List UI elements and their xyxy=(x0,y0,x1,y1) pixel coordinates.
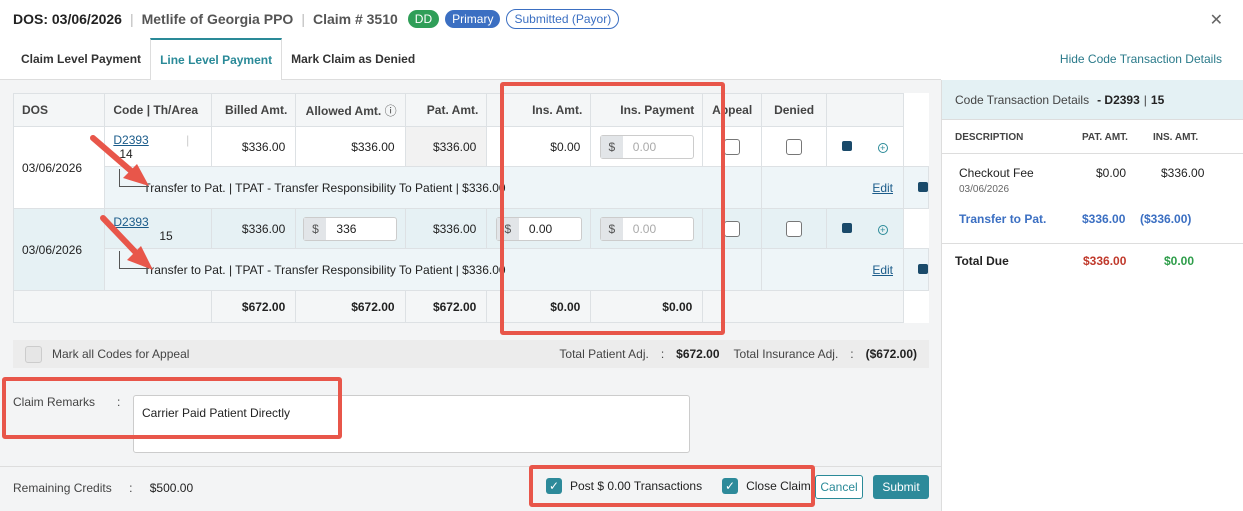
col-denied: Denied xyxy=(761,93,828,127)
total-billed: $672.00 xyxy=(210,290,297,323)
info-icon: ⓘ xyxy=(384,103,397,118)
mark-all-appeal-label: Mark all Codes for Appeal xyxy=(52,347,190,361)
adjustment-totals: Total Patient Adj. : $672.00 Total Insur… xyxy=(559,347,917,361)
add-circle-icon[interactable]: + xyxy=(877,224,888,235)
primary-badge: Primary xyxy=(445,10,501,28)
highlight-box-remarks xyxy=(2,377,342,439)
tab-line-level-payment[interactable]: Line Level Payment xyxy=(150,38,283,80)
col-billed: Billed Amt. xyxy=(210,93,297,127)
claim-number: Claim # 3510 xyxy=(312,11,398,27)
note-icon[interactable] xyxy=(918,263,928,274)
hide-code-transaction-link[interactable]: Hide Code Transaction Details xyxy=(1060,52,1222,66)
remaining-credits-value: $500.00 xyxy=(149,481,194,495)
transaction-row-checkout: Checkout Fee 03/06/2026 $0.00 $336.00 xyxy=(959,166,1205,195)
transaction-columns: DESCRIPTION PAT. AMT. INS. AMT. xyxy=(942,120,1243,154)
total-patient-adj: $672.00 xyxy=(676,347,720,361)
close-icon[interactable]: ✕ xyxy=(1210,10,1223,30)
transfer-text: Transfer to Pat. | TPAT - Transfer Respo… xyxy=(143,180,506,195)
mark-all-appeal-checkbox[interactable] xyxy=(25,345,42,363)
note-icon[interactable] xyxy=(842,140,853,151)
note-icon[interactable] xyxy=(918,181,928,192)
appeal-checkbox[interactable] xyxy=(724,138,741,155)
add-circle-icon[interactable]: + xyxy=(877,142,888,153)
tab-mark-claim-denied[interactable]: Mark Claim as Denied xyxy=(282,38,424,80)
header-separator: | xyxy=(301,11,305,27)
carrier-name: Metlife of Georgia PPO xyxy=(141,11,294,27)
edit-link[interactable]: Edit xyxy=(872,181,893,195)
code-transaction-details-panel: Code Transaction Details - D2393 | 15 DE… xyxy=(941,80,1243,511)
cancel-button[interactable]: Cancel xyxy=(815,475,863,499)
line-payment-table: DOS Code | Th/Area Billed Amt. Allowed A… xyxy=(12,93,929,323)
remaining-credits: Remaining Credits : $500.00 xyxy=(13,481,194,495)
allowed-input[interactable]: $ 336 xyxy=(303,216,398,241)
row-dos: 03/06/2026 xyxy=(12,208,106,291)
denied-checkbox[interactable] xyxy=(786,138,803,155)
billed-cell: $336.00 xyxy=(210,126,297,167)
billed-cell: $336.00 xyxy=(210,208,297,249)
col-pat: Pat. Amt. xyxy=(404,93,488,127)
pat-cell: $336.00 xyxy=(404,126,488,167)
transaction-total-due: Total Due $336.00 $0.00 xyxy=(955,254,1195,268)
total-pat: $672.00 xyxy=(404,290,488,323)
note-icon[interactable] xyxy=(842,222,853,233)
highlight-box-ins-columns xyxy=(500,82,725,335)
pat-cell: $336.00 xyxy=(404,208,488,249)
transaction-details-title: Code Transaction Details xyxy=(955,92,1090,107)
appeal-bar: Mark all Codes for Appeal Total Patient … xyxy=(13,340,929,368)
transaction-details-header: Code Transaction Details - D2393 | 15 xyxy=(942,80,1243,120)
edit-link[interactable]: Edit xyxy=(872,263,893,277)
transfer-text: Transfer to Pat. | TPAT - Transfer Respo… xyxy=(143,262,506,277)
submit-button[interactable]: Submit xyxy=(873,475,929,499)
col-allowed: Allowed Amt. ⓘ xyxy=(295,93,406,127)
col-actions xyxy=(826,93,904,127)
appeal-checkbox[interactable] xyxy=(724,220,741,237)
tab-bar: Claim Level Payment Line Level Payment M… xyxy=(12,38,424,80)
modal-header: DOS: 03/06/2026 | Metlife of Georgia PPO… xyxy=(0,0,1243,38)
arrow-annotation-icon xyxy=(100,215,153,270)
allowed-cell: $336.00 xyxy=(295,126,406,167)
transaction-tooth: 15 xyxy=(1150,92,1165,107)
currency-prefix: $ xyxy=(304,217,327,240)
totals-row: $672.00 $672.00 $672.00 $0.00 $0.00 xyxy=(13,290,929,323)
transaction-code: - D2393 xyxy=(1097,92,1140,107)
transaction-row-transfer: Transfer to Pat. $336.00 ($336.00) xyxy=(942,210,1243,244)
highlight-box-submit-options xyxy=(529,465,815,507)
dd-badge: DD xyxy=(407,10,440,28)
header-separator: | xyxy=(129,11,134,27)
status-badge: Submitted (Payor) xyxy=(506,9,620,29)
total-allowed: $672.00 xyxy=(295,290,406,323)
denied-checkbox[interactable] xyxy=(786,220,803,237)
total-insurance-adj: ($672.00) xyxy=(865,347,917,361)
allowed-cell: $ 336 xyxy=(295,208,406,249)
dos-title: DOS: 03/06/2026 xyxy=(13,11,122,27)
col-code: Code | Th/Area xyxy=(104,93,212,127)
arrow-annotation-icon xyxy=(90,135,149,186)
col-dos: DOS xyxy=(12,93,106,127)
tab-claim-level-payment[interactable]: Claim Level Payment xyxy=(12,38,150,80)
